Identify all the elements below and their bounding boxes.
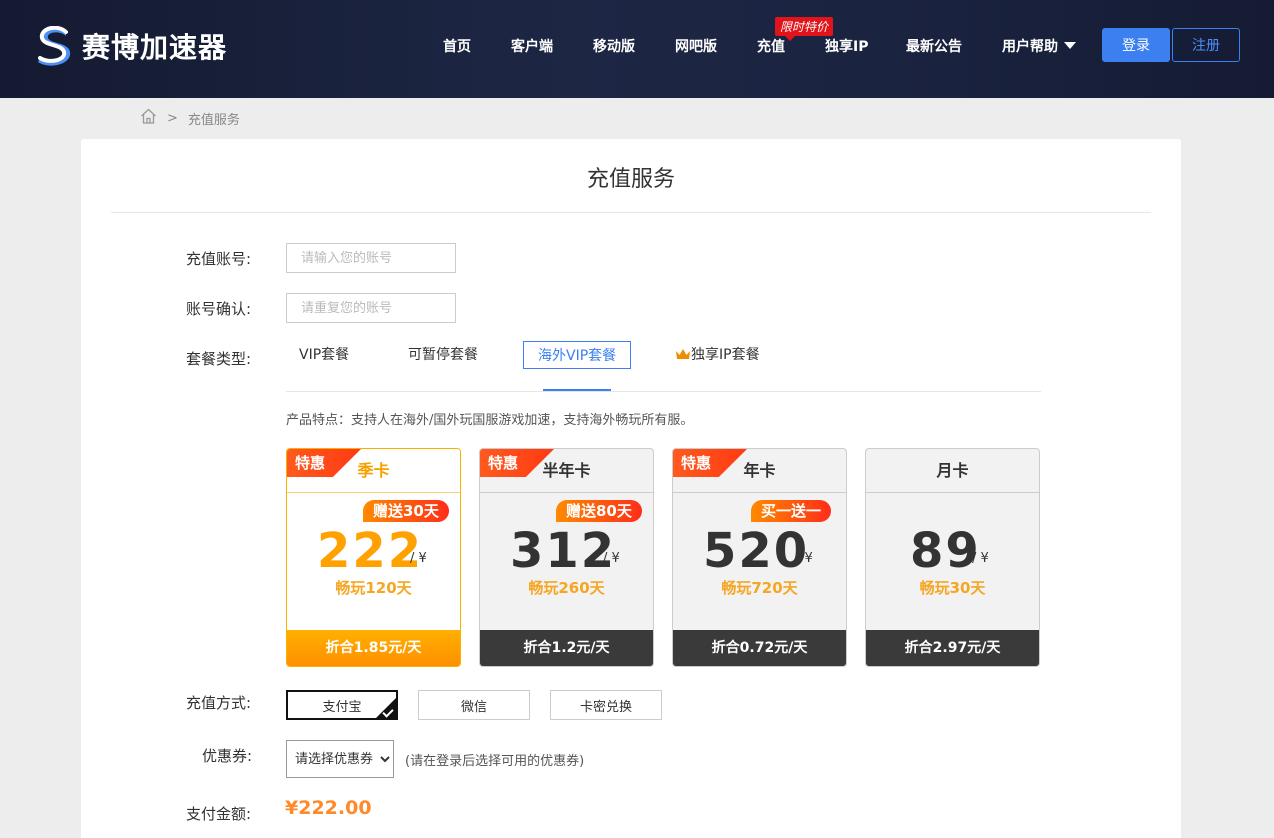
nav-dedicated-ip[interactable]: 独享IP	[825, 36, 868, 56]
gift-badge: 赠送80天	[556, 500, 642, 522]
site-header: 赛博加速器 首页 客户端 移动版 网吧版 限时特价 充值 独享IP 最新公告 用…	[0, 0, 1274, 98]
plan-card-quarterly[interactable]: 季卡 特惠 赠送30天 222 / ¥ 畅玩120天 折合1.85元/天	[286, 448, 461, 667]
pay-method-label: 充值方式:	[186, 694, 252, 712]
gift-badge: 买一送一	[751, 500, 832, 522]
plan-per-day: 折合1.2元/天	[480, 630, 653, 666]
nav-announcements[interactable]: 最新公告	[906, 36, 962, 56]
plan-card-name: 月卡	[866, 449, 1039, 493]
coupon-hint: (请在登录后选择可用的优惠券)	[405, 754, 585, 769]
plan-price-unit: / ¥	[796, 551, 813, 566]
nav-home[interactable]: 首页	[443, 36, 471, 56]
pay-card-redeem-button[interactable]: 卡密兑换	[550, 690, 662, 720]
tab-dedicated-ip[interactable]: 独享IP套餐	[675, 344, 760, 364]
plan-card-yearly[interactable]: 年卡 特惠 买一送一 520 / ¥ 畅玩720天 折合0.72元/天	[672, 448, 847, 667]
nav-recharge[interactable]: 充值	[757, 36, 785, 56]
pay-wechat-button[interactable]: 微信	[418, 690, 530, 720]
plan-price-unit: / ¥	[603, 551, 620, 566]
tab-divider	[286, 391, 1041, 392]
promo-ribbon-text: 特惠	[295, 454, 326, 472]
plan-price: 222	[317, 523, 424, 579]
coupon-select[interactable]: 请选择优惠券	[286, 740, 394, 778]
register-button[interactable]: 注册	[1172, 28, 1240, 62]
tab-vip[interactable]: VIP套餐	[299, 344, 349, 364]
logo-text: 赛博加速器	[82, 31, 228, 64]
pay-alipay-button[interactable]: 支付宝	[286, 690, 398, 720]
plan-card-half-year[interactable]: 半年卡 特惠 赠送80天 312 / ¥ 畅玩260天 折合1.2元/天	[479, 448, 654, 667]
home-icon[interactable]	[140, 108, 157, 128]
plan-price: 520	[703, 523, 810, 579]
confirm-account-input[interactable]	[286, 293, 456, 323]
login-button[interactable]: 登录	[1102, 28, 1170, 62]
nav-netcafe[interactable]: 网吧版	[675, 36, 717, 56]
logo-icon	[36, 25, 74, 66]
plan-price-unit: / ¥	[972, 551, 989, 566]
breadcrumb-separator: >	[167, 110, 178, 126]
pay-alipay-label: 支付宝	[322, 699, 362, 715]
plan-price-unit: / ¥	[410, 551, 427, 566]
caret-down-icon	[1064, 42, 1076, 49]
confirm-label: 账号确认:	[186, 300, 252, 318]
tab-pausable[interactable]: 可暂停套餐	[408, 344, 478, 364]
promo-ribbon-text: 特惠	[488, 454, 519, 472]
recharge-panel: 充值服务 充值账号: 账号确认: 套餐类型: VIP套餐 可暂停套餐 海外VIP…	[81, 139, 1181, 838]
coupon-label: 优惠券:	[202, 747, 253, 765]
plan-per-day: 折合1.85元/天	[287, 630, 460, 666]
breadcrumb: > 充值服务	[140, 108, 240, 128]
page-title: 充值服务	[586, 167, 675, 192]
plan-days: 畅玩720天	[721, 579, 798, 597]
account-label: 充值账号:	[186, 250, 252, 268]
nav-mobile[interactable]: 移动版	[593, 36, 635, 56]
breadcrumb-current: 充值服务	[187, 112, 240, 128]
tab-active-indicator	[543, 389, 611, 391]
plan-card-monthly[interactable]: 月卡 89 / ¥ 畅玩30天 折合2.97元/天	[865, 448, 1040, 667]
title-divider	[111, 212, 1151, 213]
nav-help-label: 用户帮助	[1002, 39, 1058, 55]
nav-client[interactable]: 客户端	[511, 36, 553, 56]
amount-label: 支付金额:	[186, 805, 252, 823]
plan-days: 畅玩30天	[919, 579, 986, 597]
logo[interactable]: 赛博加速器	[36, 25, 228, 66]
gift-badge: 赠送30天	[363, 500, 449, 522]
plan-days: 畅玩120天	[335, 579, 412, 597]
payment-amount: ¥222.00	[285, 797, 372, 819]
promo-ribbon-text: 特惠	[681, 454, 712, 472]
plan-price: 89	[910, 523, 981, 579]
plan-days: 畅玩260天	[528, 579, 605, 597]
plan-type-label: 套餐类型:	[186, 350, 252, 368]
crown-icon	[676, 349, 690, 359]
product-feature-text: 产品特点：支持人在海外/国外玩国服游戏加速，支持海外畅玩所有服。	[286, 413, 694, 428]
plan-per-day: 折合0.72元/天	[673, 630, 846, 666]
nav-help[interactable]: 用户帮助	[1002, 36, 1076, 56]
account-input[interactable]	[286, 243, 456, 273]
nav-badge: 限时特价	[775, 17, 834, 41]
plan-per-day: 折合2.97元/天	[866, 630, 1039, 666]
tab-overseas-vip[interactable]: 海外VIP套餐	[523, 341, 632, 369]
tab-dedicated-ip-label: 独享IP套餐	[691, 347, 760, 363]
plan-price: 312	[510, 523, 617, 579]
